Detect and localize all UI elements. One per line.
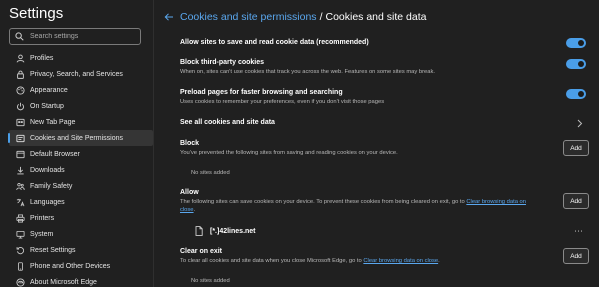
- setting-description: Uses cookies to remember your preference…: [180, 99, 385, 105]
- section-title: Allow: [180, 189, 199, 196]
- power-icon: [16, 102, 25, 111]
- section-title: Clear on exit: [180, 248, 223, 255]
- breadcrumb-parent-link[interactable]: Cookies and site permissions: [180, 11, 317, 23]
- sidebar-item-new-tab-page[interactable]: New Tab Page: [9, 114, 153, 130]
- sidebar-item-languages[interactable]: Languages: [9, 194, 153, 210]
- main-content: Cookies and site permissions / Cookies a…: [155, 0, 599, 287]
- browser-icon: [16, 150, 25, 159]
- sidebar-item-printers[interactable]: Printers: [9, 210, 153, 226]
- back-arrow-icon[interactable]: [164, 12, 174, 22]
- setting-block-section: Block You've prevented the following sit…: [180, 140, 592, 158]
- sidebar-item-label: Languages: [30, 198, 65, 206]
- site-name: [*.]42lines.net: [210, 227, 256, 235]
- section-title: Block: [180, 140, 200, 147]
- page-title: Cookies and site data: [325, 11, 427, 23]
- sidebar-item-label: Reset Settings: [30, 246, 76, 254]
- sidebar-item-label: About Microsoft Edge: [30, 278, 97, 286]
- settings-window: Settings Profiles Privacy, Search, and S…: [0, 0, 599, 287]
- sidebar-item-default-browser[interactable]: Default Browser: [9, 146, 153, 162]
- see-all-cookies-row[interactable]: See all cookies and site data: [180, 119, 592, 129]
- sidebar-title: Settings: [9, 5, 64, 22]
- section-description: You've prevented the following sites fro…: [180, 150, 398, 156]
- sidebar-item-reset-settings[interactable]: Reset Settings: [9, 242, 153, 258]
- allow-cookies-toggle[interactable]: [566, 38, 586, 48]
- download-icon: [16, 166, 25, 175]
- sidebar-item-label: Appearance: [30, 86, 68, 94]
- block-empty-text: No sites added: [191, 170, 230, 176]
- sidebar-item-label: On Startup: [30, 102, 64, 110]
- sidebar-item-downloads[interactable]: Downloads: [9, 162, 153, 178]
- setting-title: See all cookies and site data: [180, 119, 275, 126]
- sidebar-item-label: New Tab Page: [30, 118, 76, 126]
- sidebar-item-profiles[interactable]: Profiles: [9, 50, 153, 66]
- sidebar-item-on-startup[interactable]: On Startup: [9, 98, 153, 114]
- lock-icon: [16, 70, 25, 79]
- edge-icon: [16, 277, 25, 287]
- block-third-party-toggle[interactable]: [566, 59, 586, 69]
- sidebar-item-label: Family Safety: [30, 182, 73, 190]
- search-icon: [15, 32, 24, 41]
- profile-icon: [16, 54, 25, 63]
- sidebar-item-label: Downloads: [30, 166, 65, 174]
- printer-icon: [16, 213, 25, 223]
- sidebar-item-privacy[interactable]: Privacy, Search, and Services: [9, 66, 153, 82]
- block-add-button[interactable]: Add: [563, 140, 589, 156]
- sidebar-item-cookies-and-site-permissions[interactable]: Cookies and Site Permissions: [8, 130, 153, 146]
- breadcrumb-separator: /: [319, 11, 323, 23]
- allow-add-button[interactable]: Add: [563, 193, 589, 209]
- sidebar-item-appearance[interactable]: Appearance: [9, 82, 153, 98]
- clear-on-exit-empty-text: No sites added: [191, 278, 230, 284]
- sidebar-item-label: Privacy, Search, and Services: [30, 70, 123, 78]
- preload-toggle[interactable]: [566, 89, 586, 99]
- setting-block-third-party: Block third-party cookies When on, sites…: [180, 59, 592, 77]
- section-description: The following sites can save cookies on …: [180, 199, 526, 213]
- sidebar-item-system[interactable]: System: [9, 226, 153, 242]
- setting-preload-pages: Preload pages for faster browsing and se…: [180, 89, 592, 107]
- sidebar-nav: Profiles Privacy, Search, and Services A…: [0, 50, 153, 287]
- sidebar-item-label: Phone and Other Devices: [30, 262, 111, 270]
- more-actions-button[interactable]: ⋯: [574, 226, 584, 237]
- chevron-right-icon: [577, 119, 583, 128]
- document-icon: [195, 226, 203, 236]
- family-icon: [16, 182, 25, 191]
- search-box[interactable]: [9, 28, 141, 45]
- clear-on-exit-add-button[interactable]: Add: [563, 248, 589, 264]
- phone-icon: [16, 261, 25, 271]
- system-icon: [16, 230, 25, 239]
- sidebar-item-phone-and-other-devices[interactable]: Phone and Other Devices: [9, 258, 153, 274]
- sidebar-item-label: Default Browser: [30, 150, 80, 158]
- sidebar-item-about-microsoft-edge[interactable]: About Microsoft Edge: [9, 274, 153, 287]
- languages-icon: [16, 198, 25, 207]
- sidebar-item-family-safety[interactable]: Family Safety: [9, 178, 153, 194]
- section-description: To clear all cookies and site data when …: [180, 258, 440, 264]
- new-tab-icon: [16, 118, 25, 127]
- breadcrumb: Cookies and site permissions / Cookies a…: [164, 9, 426, 25]
- search-input[interactable]: [30, 29, 138, 44]
- clear-browsing-data-link[interactable]: Clear browsing data on close: [363, 258, 438, 264]
- setting-description: When on, sites can't use cookies that tr…: [180, 69, 436, 75]
- setting-allow-cookies: Allow sites to save and read cookie data…: [180, 38, 592, 48]
- setting-title: Block third-party cookies: [180, 59, 265, 66]
- sidebar-item-label: Profiles: [30, 54, 54, 62]
- setting-clear-on-exit-section: Clear on exit To clear all cookies and s…: [180, 248, 592, 266]
- sidebar-item-label: System: [30, 230, 54, 238]
- setting-title: Allow sites to save and read cookie data…: [180, 39, 369, 46]
- setting-allow-section: Allow The following sites can save cooki…: [180, 189, 592, 215]
- sidebar-item-label: Cookies and Site Permissions: [30, 134, 123, 142]
- reset-icon: [16, 246, 25, 255]
- allowed-site-row: [*.]42lines.net ⋯: [195, 224, 592, 238]
- site-permissions-icon: [16, 134, 25, 143]
- sidebar-item-label: Printers: [30, 214, 55, 222]
- palette-icon: [16, 85, 25, 95]
- sidebar: Settings Profiles Privacy, Search, and S…: [0, 0, 154, 287]
- setting-title: Preload pages for faster browsing and se…: [180, 89, 343, 96]
